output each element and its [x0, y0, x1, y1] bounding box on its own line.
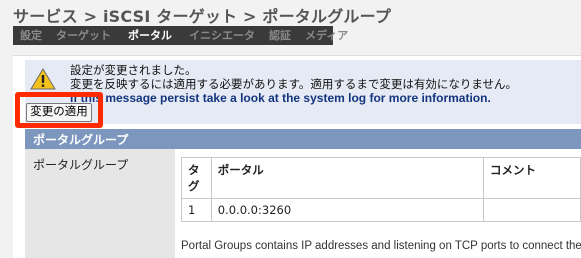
header-tag: タグ	[181, 157, 212, 199]
page-title: サービス > iSCSI ターゲット > ポータルグループ	[13, 7, 392, 26]
warning-icon	[30, 68, 56, 90]
help-text: Portal Groups contains IP addresses and …	[181, 240, 581, 252]
tab-targets[interactable]: ターゲット	[49, 26, 118, 45]
tab-bar: 設定 ターゲット ポータル イニシエータ 認証 メディア	[13, 26, 348, 45]
tab-initiators[interactable]: イニシエータ	[182, 26, 262, 45]
cell-tag: 1	[181, 198, 212, 222]
section-header: ポータルグループ	[25, 129, 581, 149]
tab-portals[interactable]: ポータル	[118, 26, 182, 45]
notice-line-2: 変更を反映するには適用する必要があります。適用するまで変更は有効になりません。	[70, 77, 518, 91]
cell-comment	[483, 198, 581, 222]
tab-settings[interactable]: 設定	[13, 26, 49, 45]
apply-changes-button[interactable]: 変更の適用	[26, 103, 92, 122]
notice-system-log-text: If this message persist take a look at t…	[70, 91, 491, 105]
section-title: ポータルグループ	[33, 133, 129, 147]
portal-group-table: タグ ポータル コメント 1 0.0.0.0:3260	[181, 157, 581, 222]
cell-portal: 0.0.0.0:3260	[210, 198, 485, 222]
header-comment: コメント	[483, 157, 581, 199]
field-label: ポータルグループ	[33, 158, 129, 172]
table-header-row: タグ ポータル コメント	[181, 157, 581, 199]
tab-media[interactable]: メディア	[298, 26, 355, 45]
tab-auth[interactable]: 認証	[262, 26, 298, 45]
table-row[interactable]: 1 0.0.0.0:3260	[181, 198, 581, 222]
field-label-cell: ポータルグループ	[25, 149, 175, 258]
header-portal: ポータル	[210, 157, 485, 199]
